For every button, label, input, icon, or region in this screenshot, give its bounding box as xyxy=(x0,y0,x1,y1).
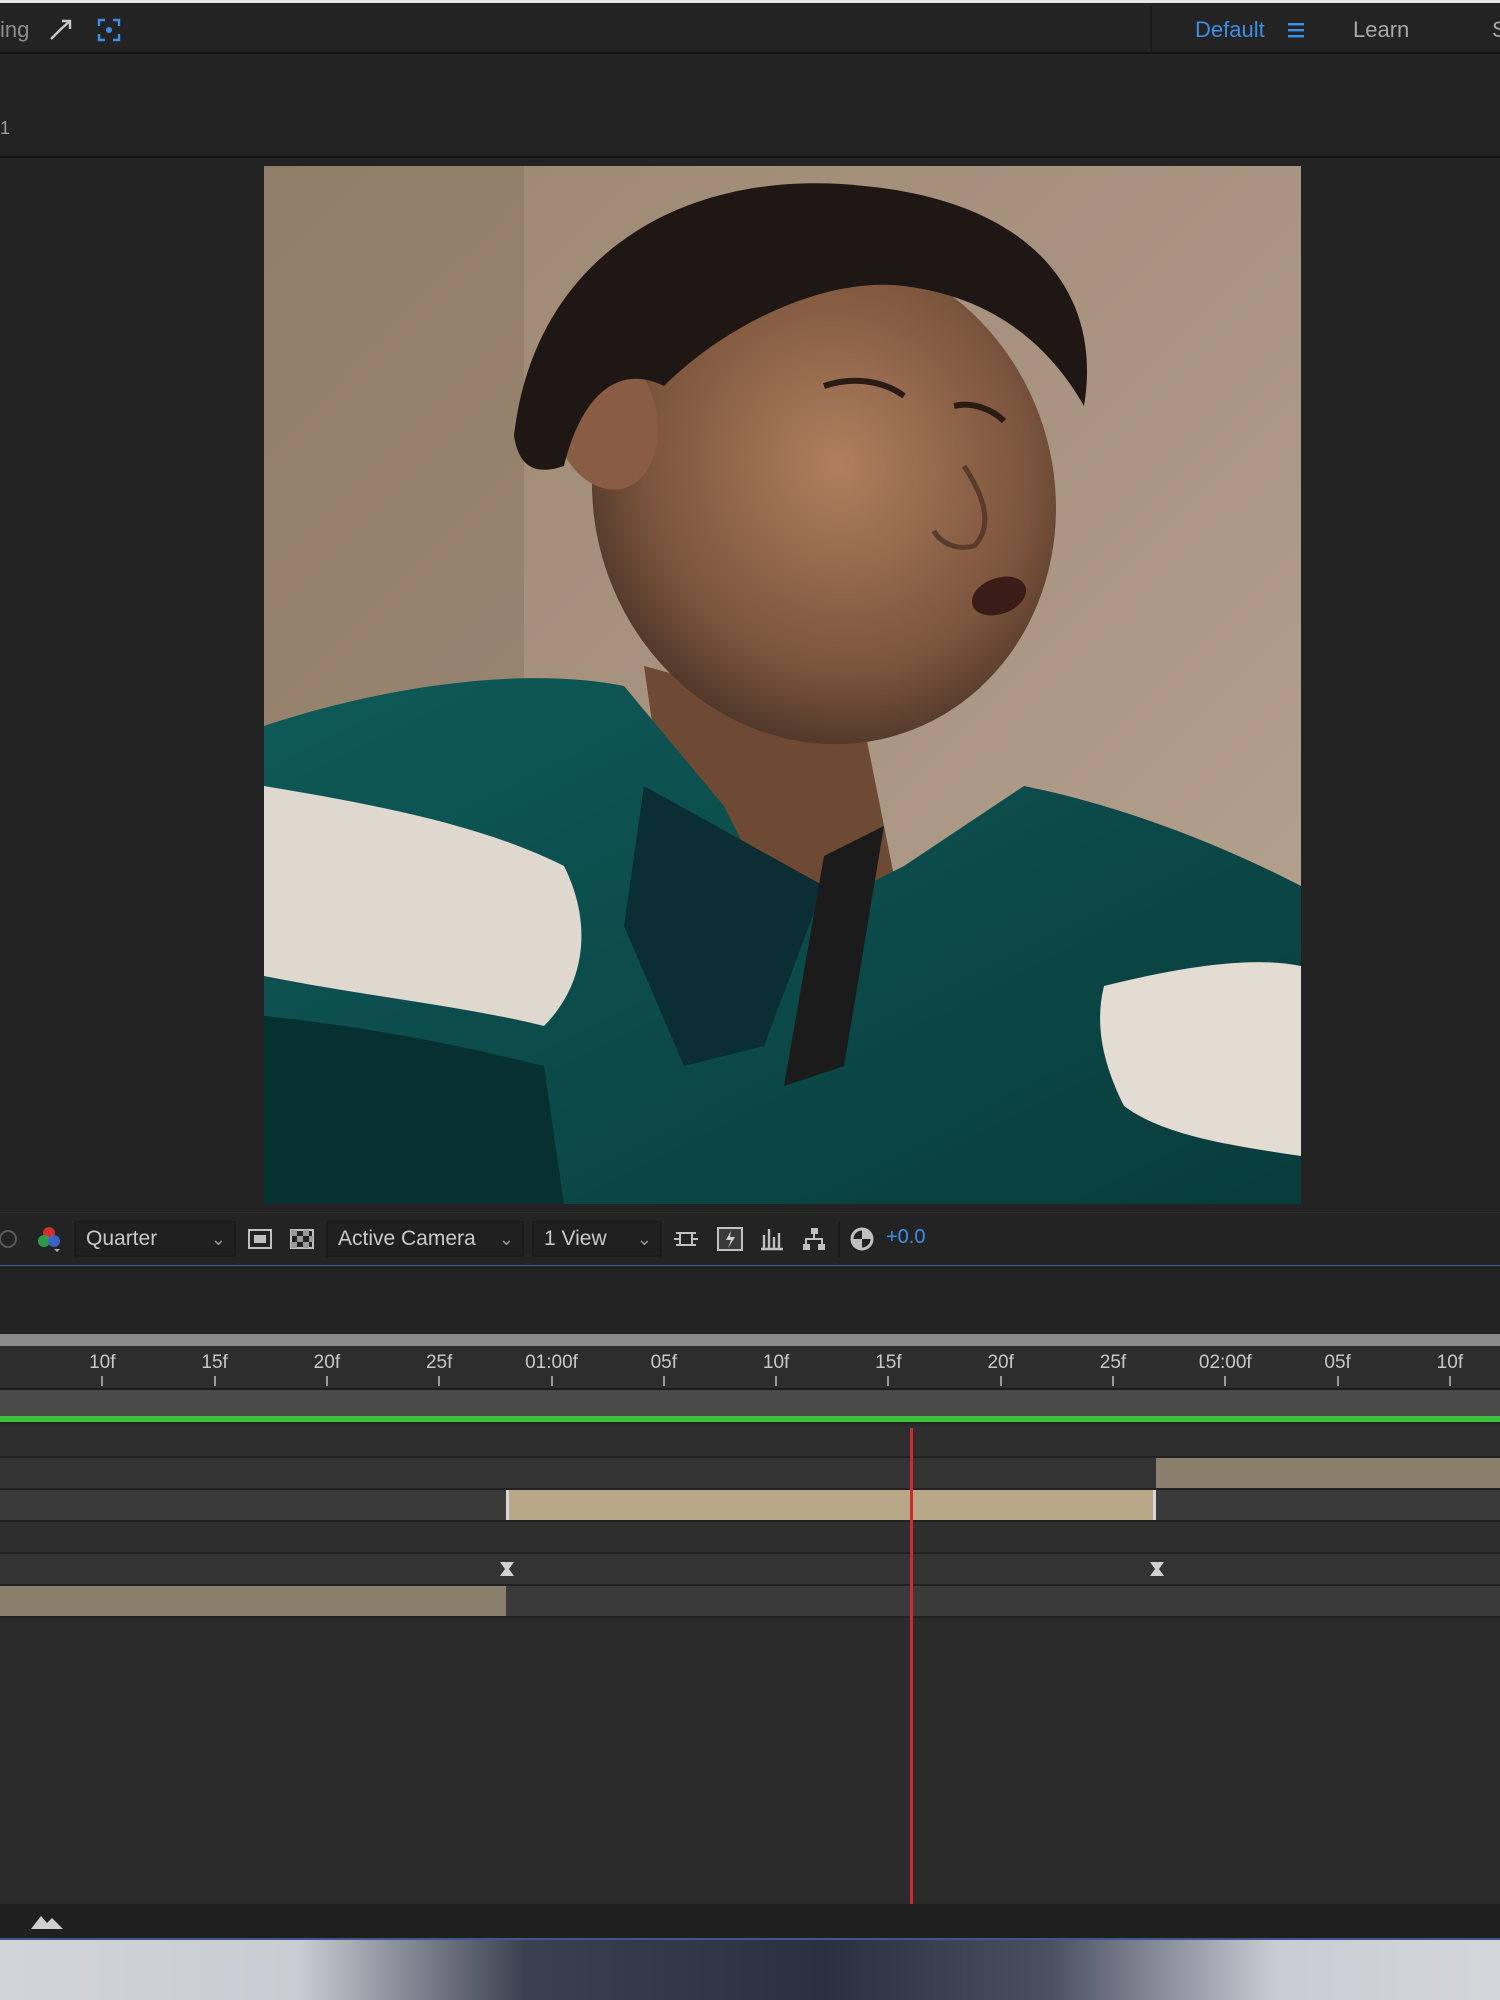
toggle-pixel-aspect-icon[interactable] xyxy=(672,1225,700,1253)
track-row[interactable] xyxy=(0,1586,1500,1618)
ruler-label: 25f xyxy=(425,1352,453,1373)
resolution-value: Quarter xyxy=(86,1227,158,1250)
workspace-default[interactable]: Default xyxy=(1195,17,1265,43)
ruler-label: 15f xyxy=(875,1352,902,1373)
ruler-label: 05f xyxy=(1324,1352,1351,1373)
ruler-tick xyxy=(1448,1376,1451,1386)
track-row[interactable] xyxy=(0,1490,1500,1522)
view-layout-value: 1 View xyxy=(544,1227,607,1250)
snap-icon[interactable] xyxy=(96,17,122,43)
viewer-toolbar: Quarter ⌄ Active Camera ⌄ 1 View ⌄ +0.0 xyxy=(0,1212,1500,1267)
ruler-label: 10f xyxy=(89,1352,116,1373)
playhead[interactable] xyxy=(910,1428,913,1908)
track-row[interactable] xyxy=(0,1426,1500,1458)
workspace-learn[interactable]: Learn xyxy=(1353,17,1409,43)
resolution-dropdown[interactable]: Quarter ⌄ xyxy=(74,1221,236,1257)
exposure-value[interactable]: +0.0 xyxy=(886,1226,925,1249)
ruler-tick xyxy=(213,1376,216,1386)
ruler-tick xyxy=(550,1376,553,1386)
flowchart-icon[interactable] xyxy=(800,1225,828,1253)
ruler-label: 20f xyxy=(987,1352,1014,1373)
timeline-header xyxy=(0,1266,1500,1334)
ruler-tick xyxy=(438,1376,441,1386)
composition-header: 1 xyxy=(0,54,1500,158)
desktop-background xyxy=(0,1940,1500,2000)
zoom-mountains-icon[interactable] xyxy=(30,1912,64,1930)
ruler-label: 10f xyxy=(762,1352,790,1373)
time-navigator[interactable] xyxy=(0,1334,1500,1346)
composition-tab[interactable]: 1 xyxy=(0,118,10,139)
cache-indicator xyxy=(0,1416,1500,1422)
workspace-menu-icon[interactable] xyxy=(1288,22,1304,38)
fast-previews-icon[interactable] xyxy=(716,1225,744,1253)
timeline-icon[interactable] xyxy=(758,1225,786,1253)
ruler-label: 02:00f xyxy=(1198,1352,1252,1373)
ruler-tick xyxy=(101,1376,104,1386)
workspace-tab-partial[interactable]: ing xyxy=(0,17,29,43)
work-area-bar[interactable] xyxy=(0,1390,1500,1418)
region-of-interest-icon[interactable] xyxy=(246,1225,274,1253)
ruler-label: 15f xyxy=(201,1352,228,1373)
ruler-tick xyxy=(775,1376,778,1386)
keyframe-icon[interactable] xyxy=(498,1560,516,1578)
layer-tracks[interactable] xyxy=(0,1424,1500,1904)
camera-dropdown[interactable]: Active Camera ⌄ xyxy=(326,1221,524,1257)
ruler-tick xyxy=(325,1376,328,1386)
ruler-tick xyxy=(662,1376,665,1386)
track-row[interactable] xyxy=(0,1554,1500,1586)
view-layout-dropdown[interactable]: 1 View ⌄ xyxy=(532,1221,662,1257)
color-channels-icon[interactable] xyxy=(36,1225,62,1253)
ruler-label: 20f xyxy=(313,1352,341,1373)
chevron-down-icon: ⌄ xyxy=(636,1229,652,1249)
ruler-tick xyxy=(999,1376,1002,1386)
ruler-tick xyxy=(887,1376,890,1386)
brush-tool-icon[interactable] xyxy=(48,17,74,43)
video-frame xyxy=(264,166,1301,1204)
channel-icon[interactable] xyxy=(0,1227,18,1251)
ruler-tick xyxy=(1336,1376,1339,1386)
reset-exposure-icon[interactable] xyxy=(848,1225,876,1253)
time-ruler[interactable]: f10f15f20f25f01:00f05f10f15f20f25f02:00f… xyxy=(0,1346,1500,1390)
track-row[interactable] xyxy=(0,1522,1500,1554)
workspace-partial[interactable]: S xyxy=(1492,17,1500,43)
layer-clip[interactable] xyxy=(0,1586,506,1616)
ruler-label: 10f xyxy=(1436,1352,1464,1373)
track-row[interactable] xyxy=(0,1458,1500,1490)
layer-clip[interactable] xyxy=(1156,1458,1500,1488)
camera-value: Active Camera xyxy=(338,1227,476,1250)
video-frame-image xyxy=(264,166,1301,1204)
transparency-grid-icon[interactable] xyxy=(288,1225,316,1253)
ruler-label: 01:00f xyxy=(525,1352,578,1373)
chevron-down-icon: ⌄ xyxy=(210,1229,226,1249)
chevron-down-icon: ⌄ xyxy=(498,1229,514,1249)
workspace-bar: ing Default Learn S xyxy=(0,0,1500,54)
timeline-footer xyxy=(0,1904,1500,1940)
empty-track-area[interactable] xyxy=(0,1618,1500,1902)
ruler-tick xyxy=(1112,1376,1114,1386)
layer-clip[interactable] xyxy=(506,1490,1156,1520)
ruler-label: 05f xyxy=(650,1352,678,1373)
keyframe-icon[interactable] xyxy=(1148,1560,1166,1578)
ruler-tick xyxy=(1224,1376,1227,1386)
ruler-label: 25f xyxy=(1099,1352,1127,1373)
